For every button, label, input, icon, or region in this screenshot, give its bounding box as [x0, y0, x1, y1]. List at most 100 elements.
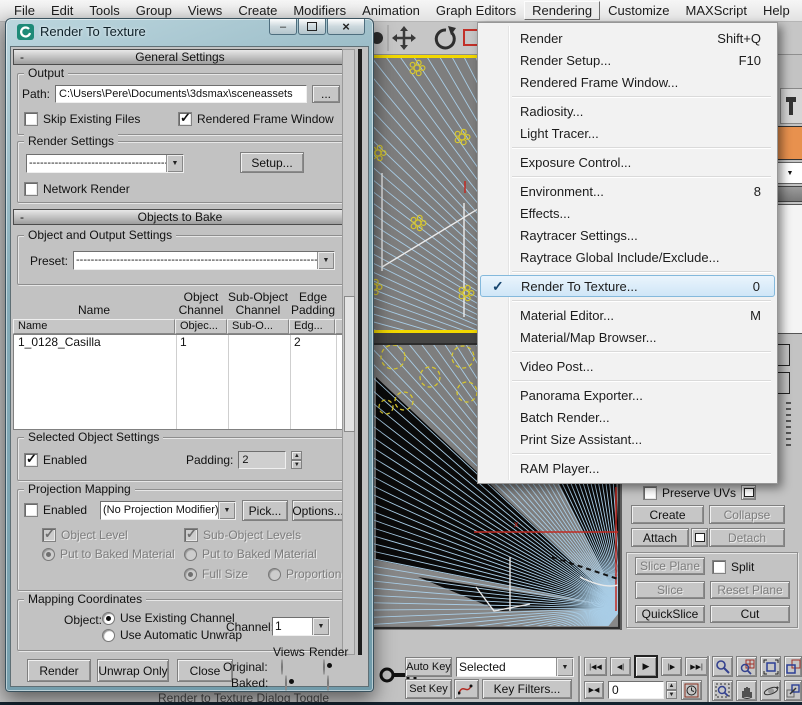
put-to-baked-material-radio-2[interactable] — [184, 548, 197, 561]
dialog-scrollbar[interactable] — [342, 49, 355, 655]
close-button[interactable]: × — [327, 19, 365, 35]
full-size-radio[interactable] — [184, 568, 197, 581]
menu-item-panorama-exporter[interactable]: Panorama Exporter... — [478, 384, 777, 406]
pick-button[interactable]: Pick... — [242, 500, 288, 521]
set-key-button[interactable]: Set Key — [405, 679, 452, 699]
dropdown-arrow-icon[interactable]: ▼ — [317, 252, 334, 269]
dropdown-arrow-icon[interactable]: ▼ — [312, 618, 329, 635]
default-in-out-tangents-button[interactable] — [454, 679, 479, 699]
menu-item-ram-player[interactable]: RAM Player... — [478, 457, 777, 479]
object-color-swatch[interactable] — [776, 126, 802, 160]
use-existing-channel-radio[interactable] — [102, 612, 115, 625]
unwrap-only-button[interactable]: Unwrap Only — [97, 659, 169, 682]
auto-key-button[interactable]: Auto Key — [405, 657, 452, 677]
menu-item-environment[interactable]: Environment...8 — [478, 180, 777, 202]
slice-button[interactable]: Slice — [635, 581, 705, 599]
menu-maxscript[interactable]: MAXScript — [678, 1, 755, 20]
pan-button[interactable] — [736, 680, 757, 701]
zoom-button[interactable] — [712, 656, 733, 677]
play-button[interactable]: ▶ — [634, 655, 658, 678]
menu-item-exposure-control[interactable]: Exposure Control... — [478, 151, 777, 173]
selection-set-dropdown[interactable]: Selected ▼ — [456, 657, 574, 677]
previous-frame-button[interactable]: ◀| — [610, 657, 631, 676]
padding-field[interactable]: 2 — [238, 451, 286, 469]
cut-button[interactable]: Cut — [710, 605, 790, 623]
menu-item-light-tracer[interactable]: Light Tracer... — [478, 122, 777, 144]
browse-path-button[interactable]: ... — [312, 85, 340, 103]
baked-render-radio[interactable] — [327, 675, 329, 691]
time-configuration-button[interactable] — [681, 680, 702, 700]
render-preset-dropdown[interactable]: ----------------------------------------… — [26, 154, 184, 173]
rollout-scroll-slot[interactable] — [358, 49, 362, 655]
go-to-start-button[interactable]: |◀◀ — [584, 657, 607, 676]
attach-options-button[interactable] — [691, 528, 708, 547]
menu-item-rendered-frame-window[interactable]: Rendered Frame Window... — [478, 71, 777, 93]
orbit-button[interactable] — [760, 680, 781, 701]
bake-table-body[interactable]: 1_0128_Casilla 1 2 — [13, 334, 349, 430]
menu-item-print-size-assistant[interactable]: Print Size Assistant... — [478, 428, 777, 450]
general-settings-rollout-header[interactable]: - General Settings — [13, 49, 347, 65]
baked-views-radio[interactable] — [285, 675, 287, 691]
slice-plane-button[interactable]: Slice Plane — [635, 557, 705, 575]
menu-item-radiosity[interactable]: Radiosity... — [478, 100, 777, 122]
menu-item-render-to-texture[interactable]: ✓ Render To Texture...0 — [480, 275, 775, 297]
zoom-extents-all-button[interactable] — [784, 656, 802, 677]
next-frame-button[interactable]: |▶ — [661, 657, 682, 676]
modify-tab-icon[interactable] — [780, 88, 802, 124]
key-filters-button[interactable]: Key Filters... — [482, 679, 572, 699]
menu-item-raytracer-settings[interactable]: Raytracer Settings... — [478, 224, 777, 246]
output-path-field[interactable]: C:\Users\Pere\Documents\3dsmax\sceneasse… — [55, 85, 307, 103]
menu-item-effects[interactable]: Effects... — [478, 202, 777, 224]
channel-dropdown[interactable]: 1 ▼ — [272, 617, 330, 636]
original-views-radio[interactable] — [281, 659, 283, 675]
minimize-button[interactable]: – — [269, 19, 297, 35]
menu-item-render-setup[interactable]: Render Setup...F10 — [478, 49, 777, 71]
zoom-extents-button[interactable] — [760, 656, 781, 677]
rendered-frame-window-checkbox[interactable] — [178, 112, 192, 126]
projection-modifier-dropdown[interactable]: (No Projection Modifier) ▼ — [100, 501, 236, 520]
render-to-texture-dialog[interactable]: Render To Texture – × - General Settings… — [5, 18, 374, 692]
detach-button[interactable]: Detach — [709, 528, 785, 547]
menu-item-material-editor[interactable]: Material Editor...M — [478, 304, 777, 326]
menu-item-material-map-browser[interactable]: Material/Map Browser... — [478, 326, 777, 348]
current-frame-field[interactable]: 0 — [608, 681, 664, 699]
dropdown-arrow-icon[interactable]: ▼ — [556, 658, 573, 676]
put-to-baked-material-radio-1[interactable] — [42, 548, 55, 561]
menu-item-video-post[interactable]: Video Post... — [478, 355, 777, 377]
go-to-end-button[interactable]: ▶▶| — [685, 657, 708, 676]
maximize-viewport-toggle-button[interactable] — [784, 680, 802, 701]
zoom-all-button[interactable] — [736, 656, 757, 677]
frame-spinner[interactable]: ▲▼ — [666, 681, 677, 699]
collapse-button[interactable]: Collapse — [709, 505, 785, 524]
reset-plane-button[interactable]: Reset Plane — [710, 581, 790, 599]
skip-existing-checkbox[interactable] — [24, 112, 38, 126]
enabled-checkbox[interactable] — [24, 453, 38, 467]
menu-item-batch-render[interactable]: Batch Render... — [478, 406, 777, 428]
dropdown-arrow-icon[interactable]: ▼ — [166, 155, 183, 172]
preserve-uvs-checkbox[interactable] — [643, 486, 657, 500]
quickslice-button[interactable]: QuickSlice — [635, 605, 705, 623]
maximize-button[interactable] — [298, 19, 326, 35]
menu-graph-editors[interactable]: Graph Editors — [428, 1, 524, 20]
objects-to-bake-rollout-header[interactable]: - Objects to Bake — [13, 209, 347, 225]
use-automatic-unwrap-radio[interactable] — [102, 629, 115, 642]
bake-table-header[interactable]: Name Objec... Sub-O... Edg... — [13, 319, 349, 334]
dropdown-arrow-icon[interactable]: ▼ — [218, 502, 235, 519]
network-render-checkbox[interactable] — [24, 182, 38, 196]
object-level-checkbox[interactable] — [42, 528, 56, 542]
menu-customize[interactable]: Customize — [600, 1, 677, 20]
sub-object-levels-checkbox[interactable] — [184, 528, 198, 542]
key-mode-toggle-button[interactable]: ▶◀ — [584, 681, 604, 699]
menu-item-render[interactable]: RenderShift+Q — [478, 27, 777, 49]
create-button[interactable]: Create — [631, 505, 704, 524]
render-button[interactable]: Render — [27, 659, 91, 682]
preserve-uvs-settings-button[interactable] — [741, 485, 756, 500]
split-checkbox[interactable] — [712, 560, 726, 574]
padding-spinner[interactable]: ▲▼ — [291, 451, 302, 469]
bake-preset-dropdown[interactable]: ----------------------------------------… — [73, 251, 335, 270]
menu-help[interactable]: Help — [755, 1, 798, 20]
table-row[interactable]: 1_0128_Casilla 1 2 — [14, 335, 350, 351]
menu-item-raytrace-global-include-exclude[interactable]: Raytrace Global Include/Exclude... — [478, 246, 777, 268]
options-button[interactable]: Options... — [292, 500, 344, 521]
setup-button[interactable]: Setup... — [240, 152, 304, 173]
